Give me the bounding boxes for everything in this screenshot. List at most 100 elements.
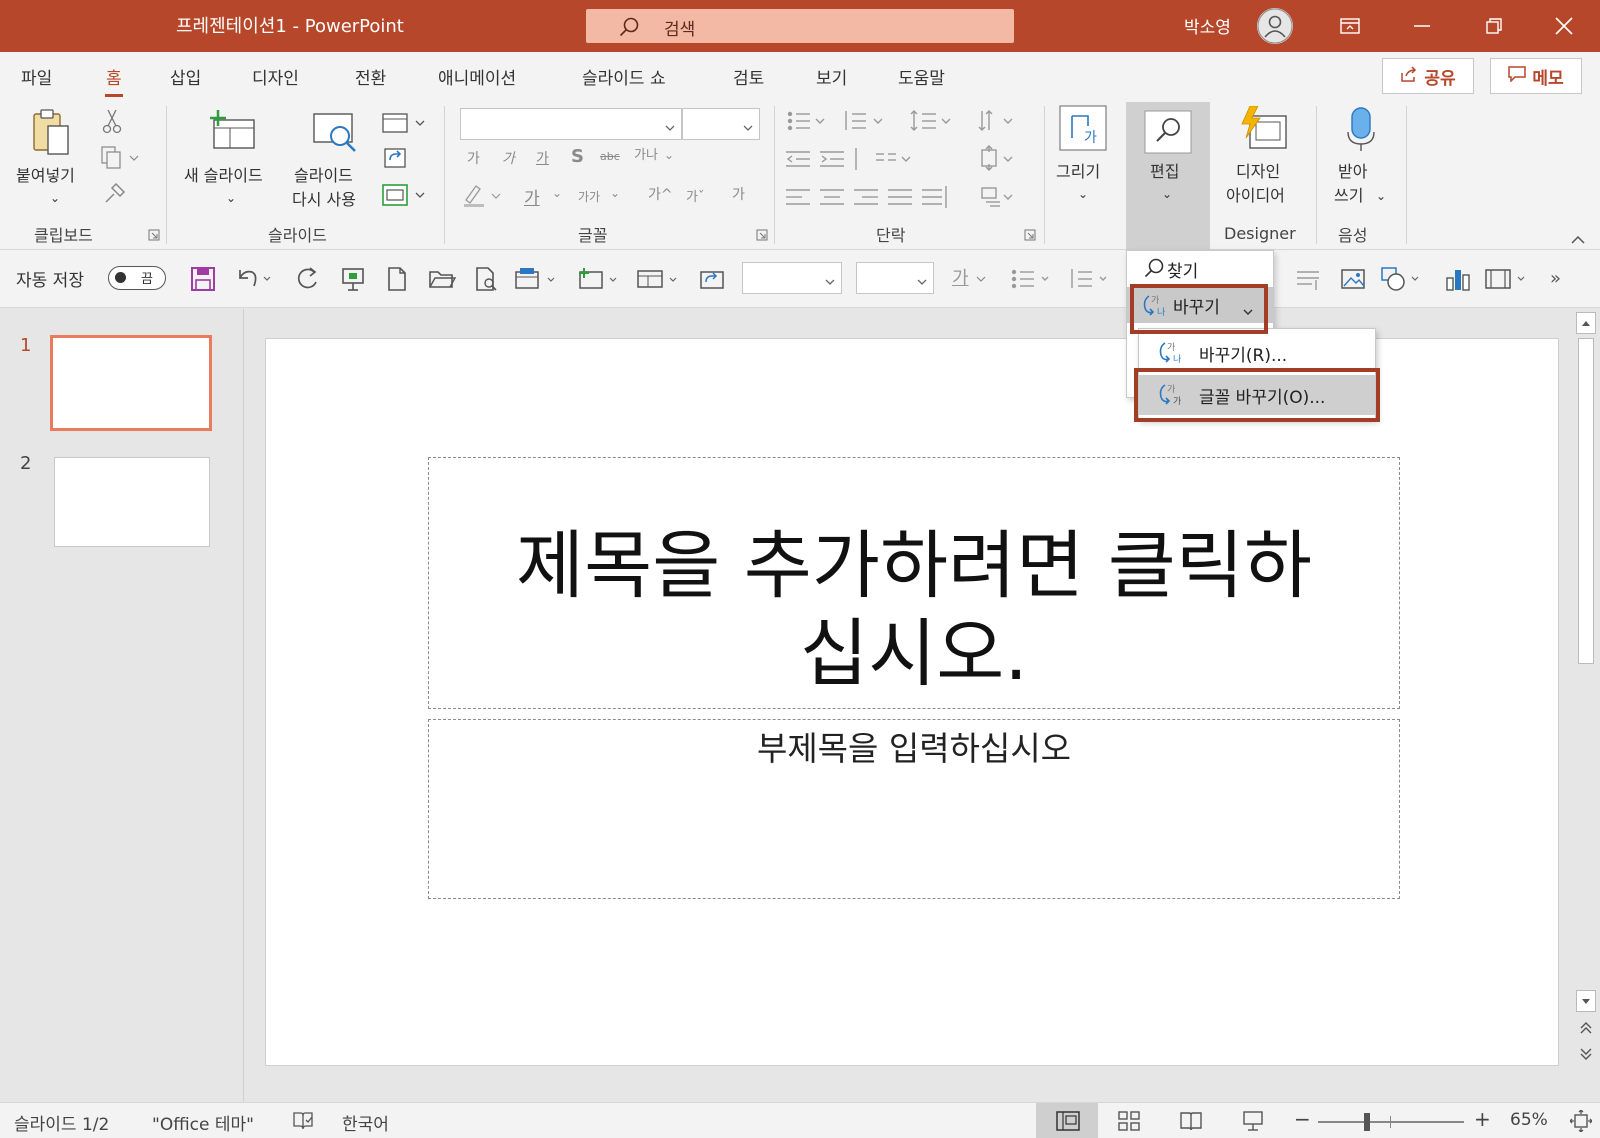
open-folder-icon[interactable] bbox=[428, 266, 457, 296]
cut-icon[interactable] bbox=[102, 108, 122, 138]
layout-icon[interactable] bbox=[514, 266, 560, 296]
layout-dropdown-icon[interactable] bbox=[636, 266, 682, 296]
edit-button[interactable]: 편집 ⌄ bbox=[1126, 102, 1210, 252]
numbering-icon[interactable] bbox=[1068, 266, 1114, 296]
italic-button[interactable]: 가 bbox=[502, 148, 515, 168]
minimize-button[interactable] bbox=[1392, 0, 1452, 52]
print-preview-icon[interactable] bbox=[474, 266, 500, 296]
zoom-slider[interactable] bbox=[1318, 1113, 1464, 1131]
reset-slide-icon[interactable] bbox=[698, 266, 726, 296]
qat-font-color-button[interactable]: 가 bbox=[952, 264, 969, 290]
clipboard-launcher-icon[interactable] bbox=[148, 226, 160, 241]
picture-icon[interactable] bbox=[1340, 266, 1368, 296]
collapse-ribbon-icon[interactable] bbox=[1570, 230, 1586, 249]
font-name-combo[interactable] bbox=[460, 108, 682, 140]
qat-font-size-combo[interactable] bbox=[856, 262, 934, 294]
close-button[interactable] bbox=[1534, 0, 1594, 52]
chart-icon[interactable] bbox=[1444, 266, 1472, 296]
tab-animations[interactable]: 애니메이션 bbox=[438, 64, 516, 89]
normal-view-icon[interactable] bbox=[1056, 1111, 1080, 1135]
replace-dialog-menu-item[interactable]: 가나 바꾸기(R)... bbox=[1139, 333, 1375, 373]
underline-button[interactable]: 가 bbox=[536, 148, 549, 168]
vertical-scrollbar[interactable] bbox=[1576, 312, 1596, 1102]
bullets-icon[interactable] bbox=[1010, 266, 1056, 296]
search-box[interactable]: 검색 bbox=[586, 9, 1014, 43]
tab-review[interactable]: 검토 bbox=[733, 64, 764, 89]
tab-design[interactable]: 디자인 bbox=[252, 64, 299, 89]
paragraph-launcher-icon[interactable] bbox=[1024, 226, 1036, 241]
next-slide-icon[interactable] bbox=[1578, 1046, 1594, 1066]
slide-sorter-icon[interactable] bbox=[1118, 1111, 1140, 1135]
highlight-pen-icon[interactable] bbox=[462, 182, 504, 212]
redo-icon[interactable] bbox=[294, 266, 322, 296]
shapes-icon[interactable] bbox=[1380, 266, 1426, 296]
present-from-start-icon[interactable] bbox=[340, 266, 366, 296]
subtitle-placeholder[interactable]: 부제목을 입력하십시오 bbox=[428, 719, 1400, 899]
title-placeholder[interactable]: 제목을 추가하려면 클릭하 십시오. bbox=[428, 457, 1400, 709]
zoom-level[interactable]: 65% bbox=[1510, 1110, 1548, 1130]
tab-transitions[interactable]: 전환 bbox=[355, 64, 386, 89]
shrink-font-button[interactable]: 가ˇ bbox=[686, 186, 704, 205]
text-direction-icon[interactable] bbox=[1294, 266, 1322, 296]
char-spacing-button[interactable]: 가나 bbox=[634, 144, 658, 163]
language[interactable]: 한국어 bbox=[342, 1110, 389, 1135]
tab-insert[interactable]: 삽입 bbox=[170, 64, 201, 89]
edit-find-icon bbox=[1144, 110, 1192, 158]
slide-thumbnail-2[interactable] bbox=[54, 457, 210, 547]
accessibility-icon[interactable] bbox=[292, 1111, 314, 1135]
qat-font-combo[interactable] bbox=[742, 262, 842, 294]
reuse-slides-button[interactable]: 슬라이드 다시 사용 bbox=[292, 108, 376, 209]
restore-button[interactable] bbox=[1464, 0, 1524, 52]
more-commands-icon[interactable]: » bbox=[1550, 268, 1561, 289]
zoom-slider-thumb[interactable] bbox=[1364, 1113, 1370, 1131]
ribbon-display-options-button[interactable] bbox=[1320, 0, 1380, 52]
format-painter-icon[interactable] bbox=[102, 182, 126, 210]
autosave-toggle[interactable]: 끔 bbox=[108, 266, 166, 290]
section-icon[interactable] bbox=[382, 184, 428, 212]
tab-file[interactable]: 파일 bbox=[21, 64, 52, 89]
find-menu-item[interactable]: 찾기 bbox=[1127, 251, 1273, 287]
reading-view-icon[interactable] bbox=[1180, 1111, 1202, 1135]
memo-button[interactable]: 메모 bbox=[1490, 58, 1582, 94]
grow-font-button[interactable]: 가^ bbox=[648, 184, 673, 204]
paste-button[interactable]: 붙여넣기 ⌄ bbox=[10, 108, 86, 208]
avatar[interactable] bbox=[1257, 8, 1293, 44]
slide-thumbnail-1[interactable] bbox=[50, 335, 212, 431]
tab-view[interactable]: 보기 bbox=[816, 64, 847, 89]
tab-slideshow[interactable]: 슬라이드 쇼 bbox=[582, 64, 666, 89]
save-icon[interactable] bbox=[190, 266, 216, 296]
tab-home[interactable]: 홈 bbox=[105, 64, 123, 97]
zoom-out-icon[interactable]: − bbox=[1294, 1107, 1311, 1131]
shadow-button[interactable]: S bbox=[571, 146, 584, 167]
chevron-down-icon: ⌄ bbox=[50, 191, 61, 205]
strikethrough-button[interactable]: abc bbox=[600, 150, 620, 163]
zoom-in-icon[interactable]: + bbox=[1474, 1107, 1491, 1131]
edit-label: 편집 bbox=[1150, 162, 1180, 181]
share-button[interactable]: 공유 bbox=[1382, 58, 1474, 94]
font-color-button[interactable]: 가 bbox=[524, 184, 540, 209]
scroll-thumb[interactable] bbox=[1578, 338, 1594, 664]
fit-to-window-icon[interactable] bbox=[1569, 1109, 1593, 1136]
user-name[interactable]: 박소영 bbox=[1184, 13, 1231, 38]
new-slide-button[interactable]: 새 슬라이드 ⌄ bbox=[182, 108, 282, 208]
dictate-button[interactable]: 받아 쓰기 ⌄ bbox=[1328, 104, 1394, 208]
scroll-up-icon[interactable] bbox=[1576, 312, 1596, 334]
undo-icon[interactable] bbox=[234, 266, 274, 296]
font-size-combo[interactable] bbox=[682, 108, 760, 140]
previous-slide-icon[interactable] bbox=[1578, 1020, 1594, 1040]
scroll-down-icon[interactable] bbox=[1576, 990, 1596, 1012]
bold-button[interactable]: 가 bbox=[467, 148, 480, 168]
video-icon[interactable] bbox=[1484, 266, 1530, 296]
draw-button[interactable]: 가 그리기 ⌄ bbox=[1052, 104, 1118, 208]
new-file-icon[interactable] bbox=[386, 266, 408, 296]
copy-icon[interactable] bbox=[100, 146, 140, 174]
change-case-button[interactable]: 가가 bbox=[578, 188, 600, 205]
new-slide-icon[interactable] bbox=[576, 266, 622, 296]
font-launcher-icon[interactable] bbox=[756, 226, 768, 241]
tab-help[interactable]: 도움말 bbox=[898, 64, 945, 89]
design-ideas-button[interactable]: 디자인 아이디어 bbox=[1222, 104, 1308, 208]
clear-formatting-button[interactable]: 가 bbox=[732, 184, 745, 204]
layout-icon[interactable] bbox=[382, 112, 428, 138]
slideshow-view-icon[interactable] bbox=[1242, 1111, 1264, 1135]
reset-icon[interactable] bbox=[382, 146, 408, 174]
